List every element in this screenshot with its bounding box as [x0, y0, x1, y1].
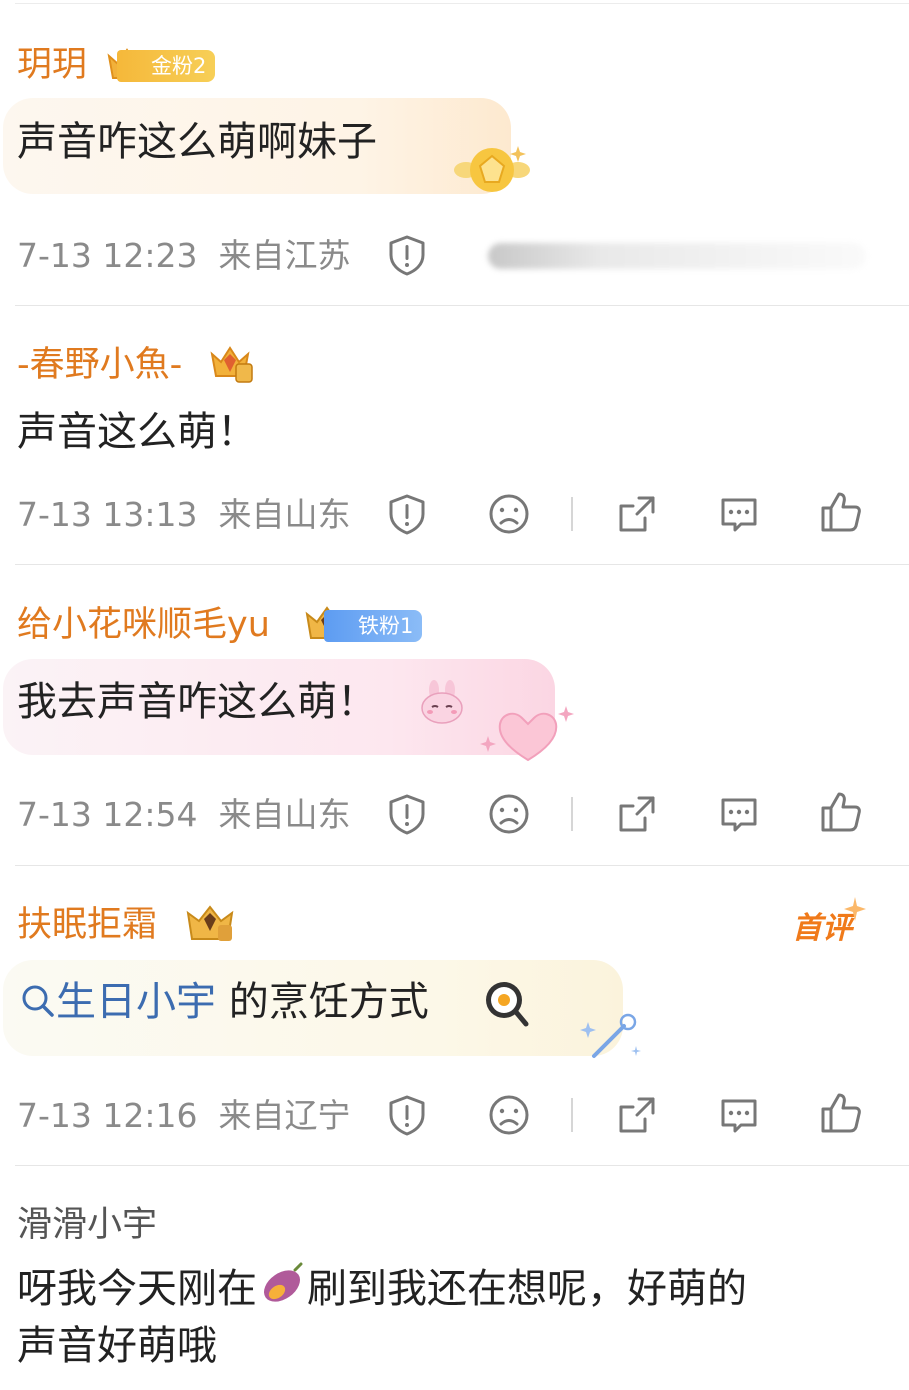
comment-text: 生日小宇 的烹饪方式 — [20, 978, 429, 1026]
egg-pan-icon — [482, 978, 530, 1032]
dislike-face-icon[interactable] — [487, 492, 531, 536]
comment-meta: 7-13 13:13 来自山东 — [17, 495, 350, 535]
comment-text-tail: 的烹饪方式 — [228, 979, 429, 1025]
comment-username[interactable]: 滑滑小宇 — [17, 1205, 157, 1245]
comment-username[interactable]: 给小花咪顺毛yu — [17, 605, 270, 645]
share-icon[interactable] — [615, 492, 659, 536]
divider — [15, 305, 909, 306]
magnifier-icon — [22, 985, 54, 1017]
fan-badge[interactable]: 金粉2 — [117, 50, 216, 82]
topic-label: 生日小宇 — [56, 979, 216, 1025]
top-divider — [15, 3, 909, 4]
report-icon[interactable] — [385, 233, 429, 277]
bunny-emoji-icon — [418, 680, 466, 728]
dislike-face-icon[interactable] — [487, 792, 531, 836]
like-icon[interactable] — [819, 490, 863, 534]
comment-time: 7-13 12:16 — [17, 1096, 198, 1135]
comment-location: 来自江苏 — [218, 236, 351, 275]
divider — [15, 564, 909, 565]
comment-location: 来自辽宁 — [218, 1096, 351, 1135]
comment-username[interactable]: 玥玥 — [17, 45, 87, 85]
reply-icon[interactable] — [717, 492, 761, 536]
heart-sticker-icon — [478, 700, 578, 770]
fan-badge[interactable]: 铁粉1 — [324, 610, 423, 642]
report-icon[interactable] — [385, 1093, 429, 1137]
topic-link[interactable]: 生日小宇 — [20, 979, 229, 1025]
comment-meta: 7-13 12:54 来自山东 — [17, 795, 350, 835]
comment-location: 来自山东 — [218, 495, 351, 534]
divider — [15, 1165, 909, 1166]
like-icon[interactable] — [819, 1091, 863, 1135]
reply-icon[interactable] — [717, 1093, 761, 1137]
comment-time: 7-13 12:23 — [17, 236, 198, 275]
crown-icon — [184, 901, 238, 949]
comment-time: 7-13 13:13 — [17, 495, 198, 534]
comment-username[interactable]: -春野小魚- — [17, 345, 182, 385]
crown-icon — [208, 342, 254, 388]
comment-meta: 7-13 12:23 来自江苏 — [17, 236, 350, 276]
report-icon[interactable] — [385, 492, 429, 536]
divider — [15, 865, 909, 866]
comment-meta: 7-13 12:16 来自辽宁 — [17, 1096, 350, 1136]
separator — [571, 1098, 573, 1132]
separator — [571, 797, 573, 831]
comment-text-part2: 刷到我还在想呢，好萌的 — [307, 1266, 747, 1312]
comment-username[interactable]: 扶眠拒霜 — [17, 905, 157, 945]
magic-wand-sticker-icon — [580, 1012, 644, 1066]
sparkle-icon — [842, 896, 868, 926]
dislike-face-icon[interactable] — [487, 1093, 531, 1137]
share-icon[interactable] — [615, 792, 659, 836]
comment-text: 声音咋这么萌啊妹子 — [17, 119, 377, 165]
star-badge-icon — [452, 140, 532, 204]
reply-icon[interactable] — [717, 792, 761, 836]
share-icon[interactable] — [615, 1093, 659, 1137]
comment-text: 呀我今天刚在 刷到我还在想呢，好萌的 — [17, 1262, 747, 1313]
comment-time: 7-13 12:54 — [17, 795, 198, 834]
like-icon[interactable] — [819, 790, 863, 834]
separator — [571, 497, 573, 531]
report-icon[interactable] — [385, 792, 429, 836]
comment-text-part1: 呀我今天刚在 — [17, 1266, 257, 1312]
comment-location: 来自山东 — [218, 795, 351, 834]
sweet-potato-icon — [263, 1262, 303, 1302]
comment-text-line2: 声音好萌哦 — [17, 1323, 217, 1369]
redacted-content — [488, 243, 866, 269]
comment-text: 声音这么萌！ — [17, 409, 257, 455]
comment-text: 我去声音咋这么萌！ — [17, 679, 377, 725]
